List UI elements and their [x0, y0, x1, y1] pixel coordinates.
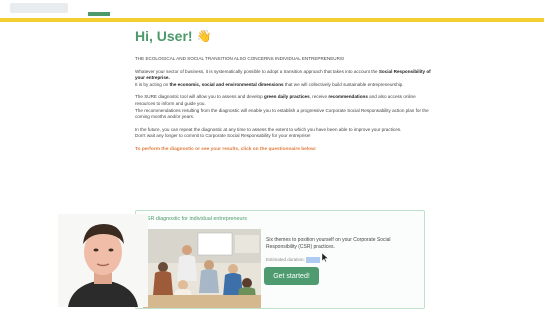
text-bold: recommendations [328, 94, 368, 100]
text-bold: the economic, social and environmental d… [169, 81, 284, 87]
get-started-button[interactable]: Get started! [264, 267, 319, 285]
text: , receive [309, 94, 329, 100]
duration-label: Estimated duration: [266, 257, 305, 263]
card-photo-classroom [143, 229, 261, 308]
text: that we will collectively build sustaina… [283, 81, 404, 87]
card-description: Six themes to position yourself on your … [266, 237, 391, 251]
text-bold: green daily practices [263, 94, 310, 100]
mouse-cursor-icon [322, 253, 328, 262]
duration-value-highlight [306, 257, 321, 263]
text: The recommendations resulting from the d… [135, 107, 429, 120]
text: In the future, you can repeat the diagno… [135, 126, 402, 132]
paragraph-sector: Whatever your sector of business, it is … [135, 69, 435, 89]
estimated-duration: Estimated duration: [266, 257, 321, 263]
questionnaire-card[interactable]: CSR diagnostic for individual entreprene… [135, 210, 425, 309]
paragraph-future: In the future, you can repeat the diagno… [135, 127, 435, 140]
page-title: Hi, User! 👋 [135, 26, 435, 46]
main-content: Hi, User! 👋 THE ECOLOGICAL AND SOCIAL TR… [135, 26, 435, 154]
text: The SURE diagnostic tool will allow you … [135, 94, 264, 100]
card-title: CSR diagnostic for individual entreprene… [143, 216, 247, 222]
intro-heading: THE ECOLOGICAL AND SOCIAL TRANSITION ALS… [135, 56, 345, 61]
paragraph-sure-tool: The SURE diagnostic tool will allow you … [135, 94, 435, 120]
waving-hand-icon: 👋 [196, 29, 212, 43]
greeting-text: Hi, User! [135, 28, 193, 44]
text: Whatever your sector of business, it is … [135, 68, 379, 74]
text: It is by acting on [135, 81, 170, 87]
top-header [0, 0, 544, 22]
site-logo[interactable] [10, 3, 68, 13]
webcam-overlay [58, 214, 148, 307]
cta-text: To perform the diagnostic or see your re… [135, 146, 317, 152]
active-tab-indicator [88, 12, 110, 16]
text: Don't wait any longer to commit to Corpo… [135, 133, 311, 139]
